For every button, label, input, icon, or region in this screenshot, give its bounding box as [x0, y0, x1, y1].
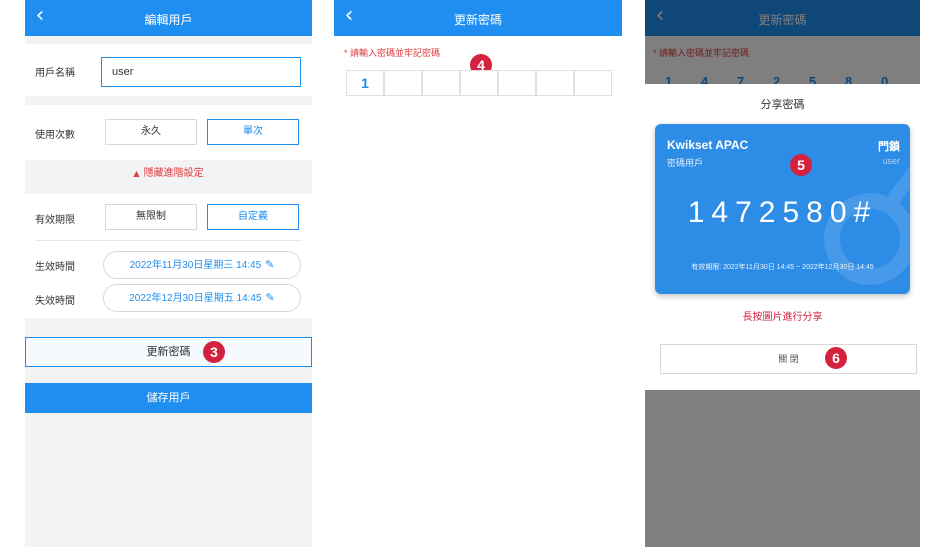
- edit-user-header: ‹ 編輯用戶: [25, 0, 312, 36]
- username-input[interactable]: user: [101, 57, 301, 87]
- pin-digit-box[interactable]: [460, 70, 498, 96]
- pencil-icon: ✎: [265, 291, 275, 304]
- end-time-label: 失效時間: [35, 296, 75, 307]
- update-password-screen: ‹ 更新密碼 * 請輸入密碼並牢記密碼 4 1: [334, 0, 622, 547]
- pin-digit-box[interactable]: [384, 70, 422, 96]
- close-button[interactable]: 關 閉: [660, 344, 917, 374]
- username-label: 用戶名稱: [35, 68, 75, 79]
- password-share-card[interactable]: Kwikset APAC 門鎖 密碼用戶 user 1472580# 有效期限:…: [655, 124, 910, 294]
- validity-divider: [35, 240, 302, 241]
- card-brand: Kwikset APAC: [667, 138, 749, 152]
- share-password-sheet: 分享密碼 Kwikset APAC 門鎖 密碼用戶 user 1472580# …: [645, 84, 920, 390]
- card-user-label: 密碼用戶: [667, 158, 704, 168]
- usage-label: 使用次數: [35, 130, 75, 141]
- edit-user-screen: ‹ 編輯用戶 用戶名稱 user 使用次數 永久 單次 ▲ 隱藏進階設定 有效期限…: [25, 0, 312, 547]
- step-3-badge: 3: [203, 341, 225, 363]
- save-user-button[interactable]: 儲存用戶: [25, 383, 312, 413]
- validity-card: 有效期限 無限制 自定義 生效時間 2022年11月30日星期三 14:45 ✎ …: [25, 194, 312, 318]
- end-time-value: 2022年12月30日星期五 14:45: [129, 293, 262, 304]
- card-validity: 有效期限: 2022年11月30日 14:45 ~ 2022年12月30日 14…: [691, 264, 874, 271]
- update-password-header: ‹ 更新密碼: [334, 0, 622, 36]
- card-device: 門鎖: [878, 141, 900, 153]
- start-time-picker[interactable]: 2022年11月30日星期三 14:45 ✎: [103, 251, 301, 279]
- validity-custom-button[interactable]: 自定義: [207, 204, 299, 230]
- page-title: 更新密碼: [453, 13, 502, 27]
- advanced-settings-toggle[interactable]: ▲ 隱藏進階設定: [25, 164, 312, 182]
- validity-label: 有效期限: [35, 215, 75, 226]
- advanced-toggle-label: 隱藏進階設定: [143, 168, 204, 179]
- share-hint: 長按圖片進行分享: [742, 312, 823, 323]
- start-time-value: 2022年11月30日星期三 14:45: [129, 260, 262, 271]
- step-6-badge: 6: [825, 347, 847, 369]
- username-card: 用戶名稱 user: [25, 44, 312, 96]
- usage-single-button[interactable]: 單次: [207, 119, 299, 145]
- start-time-label: 生效時間: [35, 262, 75, 273]
- usage-card: 使用次數 永久 單次: [25, 105, 312, 160]
- pin-digit-box[interactable]: [498, 70, 536, 96]
- page-title: 編輯用戶: [144, 13, 193, 27]
- pin-digit-box[interactable]: [574, 70, 612, 96]
- validity-unlimited-button[interactable]: 無限制: [105, 204, 197, 230]
- card-user: user: [882, 156, 900, 166]
- password-instruction: * 請輸入密碼並牢記密碼: [344, 48, 441, 58]
- step-5-badge: 5: [790, 154, 812, 176]
- triangle-up-icon: ▲: [133, 169, 140, 178]
- share-password-screen: ‹ 更新密碼 * 請輸入密碼並牢記密碼 1 4 7 2 5 8 0 分享密碼 K…: [645, 0, 920, 547]
- share-sheet-title: 分享密碼: [760, 99, 805, 111]
- usage-permanent-button[interactable]: 永久: [105, 119, 197, 145]
- pin-digit-box[interactable]: [422, 70, 460, 96]
- share-code: 1472580#: [687, 196, 878, 229]
- pin-digit-box[interactable]: 1: [346, 70, 384, 96]
- update-password-button[interactable]: 更新密碼: [25, 337, 312, 367]
- end-time-picker[interactable]: 2022年12月30日星期五 14:45 ✎: [103, 284, 301, 312]
- pencil-icon: ✎: [265, 258, 275, 271]
- pin-digit-box[interactable]: [536, 70, 574, 96]
